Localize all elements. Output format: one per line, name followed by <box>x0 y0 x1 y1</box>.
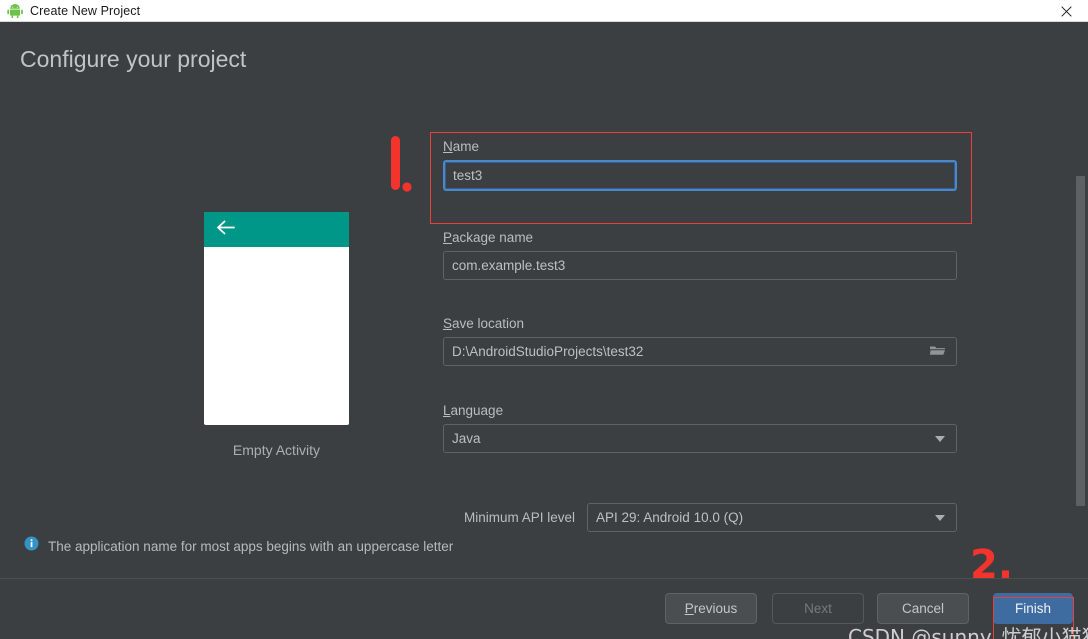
package-name-label-rest: ackage name <box>452 230 534 245</box>
field-language: Language Java <box>443 403 957 453</box>
window-titlebar: Create New Project <box>0 0 1088 22</box>
phone-mockup <box>204 212 349 425</box>
chevron-down-icon[interactable] <box>935 514 945 521</box>
language-label-rest: anguage <box>450 403 504 418</box>
info-icon <box>24 536 39 556</box>
field-package-name: Package name com.example.test3 <box>443 230 957 280</box>
name-label: Name <box>443 139 957 154</box>
name-label-mnemonic: N <box>443 139 453 154</box>
language-label: Language <box>443 403 957 418</box>
previous-button[interactable]: Previous <box>665 593 757 624</box>
language-select-value: Java <box>452 431 481 446</box>
annotation-step-one <box>388 134 414 206</box>
info-message-text: The application name for most apps begin… <box>48 538 454 554</box>
min-api-level-select-value: API 29: Android 10.0 (Q) <box>596 510 744 525</box>
save-location-input-value: D:\AndroidStudioProjects\test32 <box>452 344 644 359</box>
save-location-label-rest: ave location <box>452 316 525 331</box>
language-select[interactable]: Java <box>443 424 957 453</box>
previous-button-label: revious <box>693 601 738 616</box>
package-name-label: Package name <box>443 230 957 245</box>
create-new-project-dialog: Create New Project Configure your projec… <box>0 0 1088 639</box>
scrollbar-thumb[interactable] <box>1076 176 1085 506</box>
template-name: Empty Activity <box>232 442 321 458</box>
name-input[interactable]: test3 <box>443 160 957 191</box>
template-preview: Empty Activity <box>204 212 349 458</box>
dialog-body: Configure your project Empty Activity Na… <box>0 22 1088 639</box>
scrollbar-track[interactable] <box>1074 88 1088 560</box>
min-api-level-select[interactable]: API 29: Android 10.0 (Q) <box>587 503 957 532</box>
info-message: The application name for most apps begin… <box>24 536 453 556</box>
back-arrow-icon <box>216 220 235 240</box>
previous-button-mnemonic: P <box>684 601 694 616</box>
field-name: Name test3 <box>443 139 957 191</box>
phone-appbar <box>204 212 349 247</box>
finish-button-label: Finish <box>1014 601 1051 616</box>
name-label-rest: ame <box>452 139 480 154</box>
save-location-input[interactable]: D:\AndroidStudioProjects\test32 <box>443 337 957 366</box>
chevron-down-icon[interactable] <box>935 435 945 442</box>
min-api-level-label: Minimum API level <box>463 510 575 525</box>
annotation-step-two: 2. <box>970 542 1014 588</box>
name-input-value: test3 <box>453 168 483 183</box>
save-location-label-mnemonic: S <box>443 316 453 331</box>
dialog-button-bar: Previous Next Cancel Finish <box>0 578 1088 639</box>
finish-button[interactable]: Finish <box>993 593 1073 624</box>
language-label-mnemonic: L <box>443 403 451 418</box>
next-button: Next <box>772 593 864 624</box>
field-min-api-level: Minimum API level API 29: Android 10.0 (… <box>443 503 957 532</box>
folder-icon[interactable] <box>929 343 946 360</box>
package-name-label-mnemonic: P <box>443 230 453 245</box>
window-title: Create New Project <box>30 3 141 18</box>
save-location-label: Save location <box>443 316 957 331</box>
field-save-location: Save location D:\AndroidStudioProjects\t… <box>443 316 957 366</box>
cancel-button[interactable]: Cancel <box>877 593 969 624</box>
page-title: Configure your project <box>20 46 247 72</box>
next-button-label: Next <box>804 601 832 616</box>
cancel-button-label: Cancel <box>901 601 945 616</box>
package-name-input[interactable]: com.example.test3 <box>443 251 957 280</box>
close-icon[interactable] <box>1044 0 1088 22</box>
package-name-input-value: com.example.test3 <box>452 258 566 273</box>
android-icon <box>7 3 23 18</box>
